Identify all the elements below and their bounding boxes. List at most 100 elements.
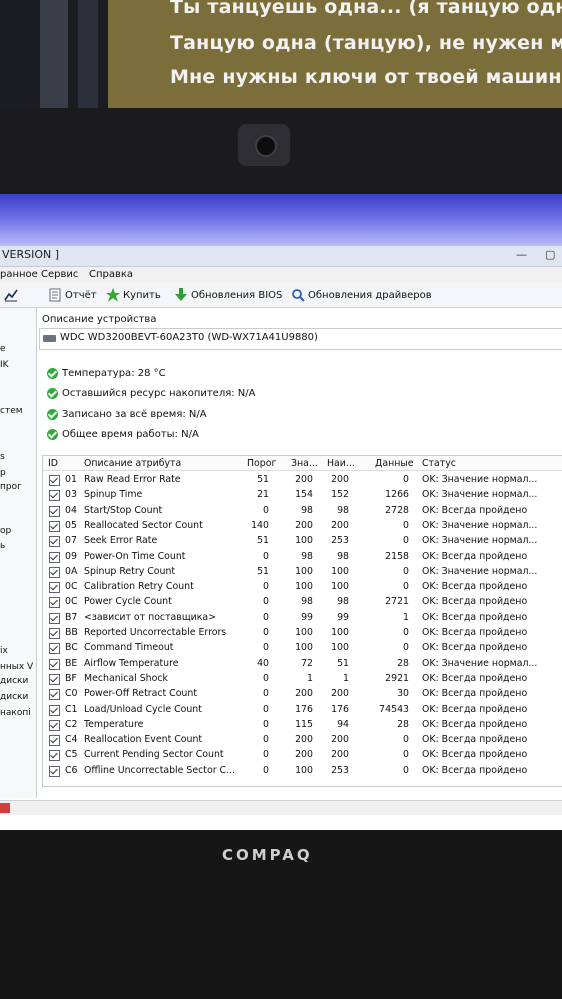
table-row[interactable]: 0C Calibration Retry Count 0 100 100 0 OK: Все… [43, 579, 562, 594]
buy-button[interactable]: Купить [106, 287, 161, 303]
cell-value: 100 [295, 581, 313, 593]
cell-id: 07 [65, 535, 77, 547]
bottom-scrollbar[interactable] [0, 800, 562, 815]
table-row[interactable]: B7 <зависит от поставщика> 0 99 99 1 OK: Всегд… [43, 610, 562, 625]
menu-item-service[interactable]: Сервис [41, 269, 78, 280]
cell-threshold: 21 [257, 489, 269, 501]
table-row[interactable]: BE Airflow Temperature 40 72 51 28 OK: Значени… [43, 656, 562, 671]
sidebar-item[interactable]: стем [0, 406, 23, 416]
row-checkbox[interactable] [49, 597, 60, 609]
menu-item-help[interactable]: Справка [89, 269, 133, 280]
maximize-icon[interactable]: ▢ [545, 248, 555, 261]
header-value[interactable]: Зна... [291, 458, 318, 469]
search-icon [292, 289, 305, 302]
cell-name: Start/Stop Count [84, 504, 163, 516]
sidebar-item[interactable]: е [0, 344, 6, 354]
row-checkbox[interactable] [49, 490, 60, 502]
row-checkbox[interactable] [49, 566, 60, 578]
sidebar-item[interactable]: диски [0, 692, 28, 702]
table-row[interactable]: 09 Power-On Time Count 0 98 98 2158 OK: Всегда… [43, 549, 562, 564]
table-row[interactable]: C4 Reallocation Event Count 0 200 200 0 OK: Вс… [43, 732, 562, 747]
chart-toolbar-button[interactable] [4, 287, 18, 303]
row-checkbox[interactable] [49, 612, 60, 624]
cell-data: 0 [403, 642, 409, 654]
window-titlebar[interactable]: VERSION ] — ▢ [0, 246, 562, 267]
table-row[interactable]: 0A Spinup Retry Count 51 100 100 0 OK: Значени… [43, 564, 562, 579]
table-row[interactable]: 07 Seek Error Rate 51 100 253 0 OK: Значение н… [43, 533, 562, 548]
sidebar-item[interactable]: накопі [0, 708, 31, 718]
row-checkbox[interactable] [49, 704, 60, 716]
row-checkbox[interactable] [49, 475, 60, 486]
table-row[interactable]: BF Mechanical Shock 0 1 1 2921 OK: Всегда прой… [43, 671, 562, 686]
row-checkbox[interactable] [49, 719, 60, 731]
row-checkbox[interactable] [49, 536, 60, 548]
row-checkbox[interactable] [49, 505, 60, 517]
cell-threshold: 0 [263, 504, 269, 516]
header-attribute[interactable]: Описание атрибута [84, 458, 181, 469]
cell-worst: 253 [331, 764, 349, 776]
header-threshold[interactable]: Порог [247, 458, 276, 469]
header-worst[interactable]: Наи... [327, 458, 355, 469]
table-row[interactable]: 01 Raw Read Error Rate 51 200 200 0 OK: Значен… [43, 472, 562, 487]
sidebar-item[interactable]: іх [0, 646, 8, 656]
sidebar-item[interactable]: нных V [0, 662, 33, 672]
sidebar-item[interactable]: диски [0, 676, 28, 686]
sidebar-item[interactable]: IK [0, 360, 9, 370]
cell-id: C2 [65, 718, 78, 730]
row-checkbox[interactable] [49, 765, 60, 777]
sidebar-item[interactable]: s [0, 452, 5, 462]
minimize-icon[interactable]: — [516, 248, 527, 261]
cell-value: 99 [301, 611, 313, 623]
cell-id: B7 [65, 611, 78, 623]
header-status[interactable]: Статус [422, 458, 456, 469]
header-id[interactable]: ID [48, 458, 58, 469]
row-checkbox[interactable] [49, 582, 60, 594]
cell-data: 0 [403, 627, 409, 638]
bios-updates-button[interactable]: Обновления BIOS [174, 287, 282, 303]
device-selector[interactable]: WDC WD3200BEVT-60A23T0 (WD-WX71A41U9880) [39, 328, 562, 350]
cell-name: Mechanical Shock [84, 672, 168, 684]
table-row[interactable]: C1 Load/Unload Cycle Count 0 176 176 74543 OK:… [43, 702, 562, 717]
table-row[interactable]: BC Command Timeout 0 100 100 0 OK: Всегда прой… [43, 640, 562, 655]
cell-threshold: 0 [263, 642, 269, 654]
row-checkbox[interactable] [49, 520, 60, 532]
header-data[interactable]: Данные [375, 458, 414, 469]
cell-status: OK: Всегда пройдено [422, 688, 528, 700]
row-checkbox[interactable] [49, 673, 60, 685]
main-panel: Описание устройства WDC WD3200BEVT-60A23… [37, 308, 562, 798]
sidebar-item[interactable]: ор [0, 526, 11, 536]
cell-name: Reported Uncorrectable Errors [84, 627, 227, 638]
row-checkbox[interactable] [49, 689, 60, 701]
table-row[interactable]: C6 Offline Uncorrectable Sector C... 0 100 2… [43, 763, 562, 778]
driver-updates-button[interactable]: Обновления драйверов [291, 287, 432, 303]
row-checkbox[interactable] [49, 750, 60, 762]
sidebar-item[interactable]: ь [0, 541, 5, 551]
cell-threshold: 51 [257, 535, 269, 547]
cell-data: 0 [403, 535, 409, 547]
row-checkbox[interactable] [49, 551, 60, 563]
table-row[interactable]: 04 Start/Stop Count 0 98 98 2728 OK: Всегда пр… [43, 503, 562, 518]
cell-status: OK: Значение нормал... [422, 489, 538, 501]
cell-data: 2728 [385, 504, 409, 516]
bios-updates-label: Обновления BIOS [191, 289, 283, 301]
cell-data: 0 [403, 565, 409, 577]
row-checkbox[interactable] [49, 735, 60, 747]
report-button[interactable]: Отчёт [48, 287, 97, 303]
table-row[interactable]: 0C Power Cycle Count 0 98 98 2721 OK: Всегда п… [43, 594, 562, 609]
cell-threshold: 0 [263, 627, 269, 638]
table-row[interactable]: C2 Temperature 0 115 94 28 OK: Всегда пройдено [43, 717, 562, 732]
cell-threshold: 140 [251, 519, 269, 531]
row-checkbox[interactable] [49, 628, 60, 639]
table-row[interactable]: BB Reported Uncorrectable Errors 0 100 100 0 O… [43, 625, 562, 640]
table-row[interactable]: C0 Power-Off Retract Count 0 200 200 30 OK: Вс… [43, 686, 562, 701]
menu-item-favorites[interactable]: ранное [0, 269, 38, 280]
cell-worst: 98 [337, 596, 349, 608]
cell-name: Calibration Retry Count [84, 581, 194, 593]
sidebar-item[interactable]: прог [0, 482, 22, 492]
sidebar-item[interactable]: p [0, 468, 6, 478]
table-row[interactable]: 05 Reallocated Sector Count 140 200 200 0 OK: … [43, 518, 562, 533]
table-row[interactable]: C5 Current Pending Sector Count 0 200 200 0 OK… [43, 747, 562, 762]
row-checkbox[interactable] [49, 643, 60, 655]
row-checkbox[interactable] [49, 658, 60, 670]
table-row[interactable]: 03 Spinup Time 21 154 152 1266 OK: Значение но… [43, 487, 562, 502]
